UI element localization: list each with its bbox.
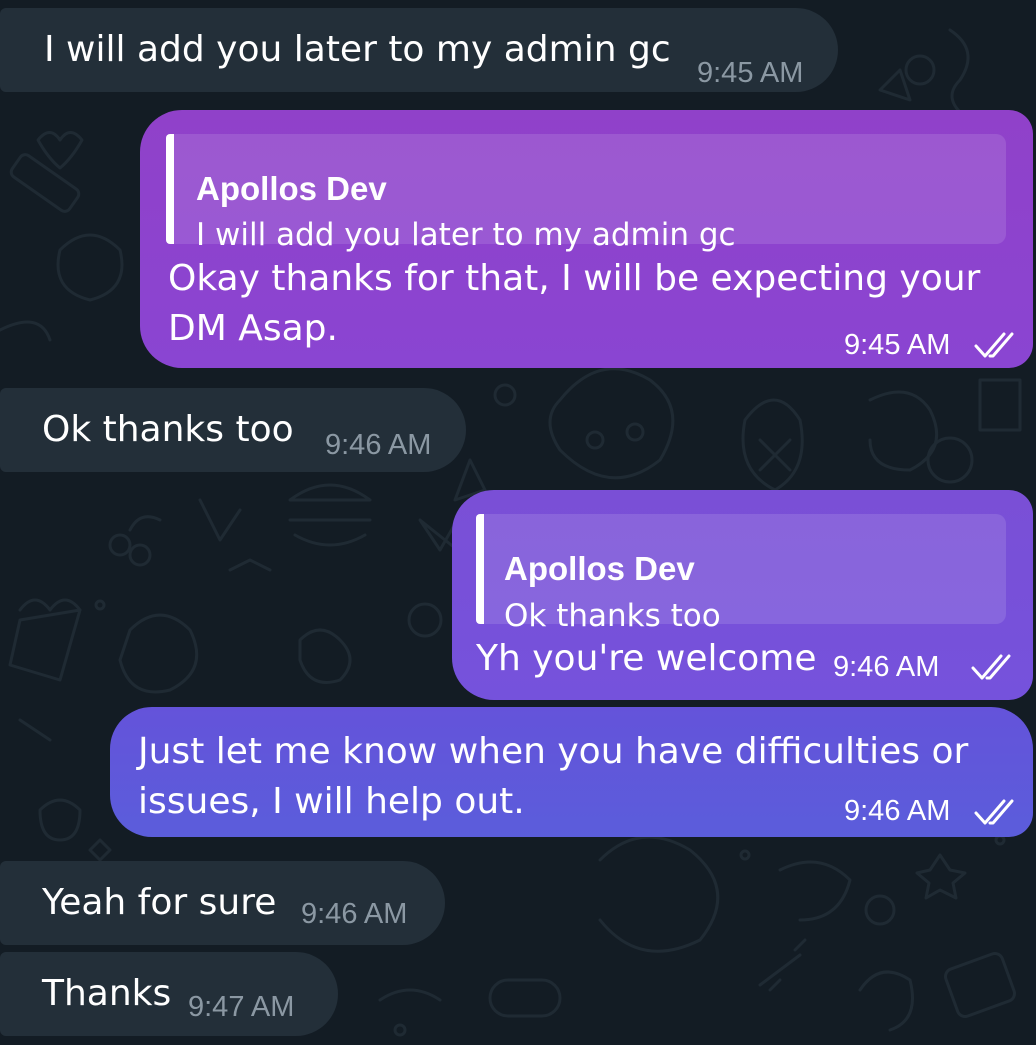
message-text-line: Just let me know when you have difficult…	[138, 731, 969, 772]
reply-sender: Apollos Dev	[504, 550, 695, 587]
message-text-line: issues, I will help out.	[138, 781, 525, 822]
cat-doodle	[56, 233, 124, 302]
message-text-line: Okay thanks for that, I will be expectin…	[168, 258, 981, 299]
whale-doodle	[598, 835, 720, 953]
cherry-doodle	[108, 533, 132, 557]
message-text: Thanks	[42, 973, 172, 1014]
box-doodle	[978, 378, 1022, 432]
message-text: I will add you later to my admin gc	[44, 29, 671, 70]
reply-quote[interactable]: Apollos Dev Ok thanks too	[476, 514, 1006, 634]
bone-doodle	[758, 938, 807, 992]
swirl-doodle	[904, 54, 936, 86]
double-check-icon	[971, 654, 1011, 680]
heart-doodle	[36, 131, 84, 170]
reply-text: I will add you later to my admin gc	[196, 217, 736, 253]
gamepad-doodle	[488, 978, 562, 1018]
double-check-icon	[974, 799, 1014, 825]
message-time: 9:46 AM	[301, 898, 408, 930]
outgoing-message[interactable]: Just let me know when you have difficult…	[110, 707, 1033, 837]
double-check-icon	[974, 332, 1014, 358]
message-text: Ok thanks too	[42, 409, 294, 450]
reply-quote[interactable]: Apollos Dev I will add you later to my a…	[166, 134, 1006, 253]
popcorn-doodle	[8, 608, 82, 682]
outgoing-message[interactable]: Apollos Dev Ok thanks too Yh you're welc…	[452, 490, 1033, 700]
bear-doodle	[298, 628, 352, 684]
squiggle-doodle	[948, 28, 972, 122]
message-text-line: DM Asap.	[168, 308, 338, 349]
message-time: 9:45 AM	[697, 57, 804, 89]
bird-doodle	[778, 860, 852, 922]
star-doodle	[915, 853, 967, 900]
message-time: 9:46 AM	[844, 795, 951, 827]
message-time: 9:46 AM	[325, 429, 432, 461]
gift-doodle	[944, 952, 1016, 1018]
star-doodle	[88, 838, 112, 862]
message-time: 9:46 AM	[833, 651, 940, 683]
incoming-message[interactable]: Thanks 9:47 AM	[0, 952, 338, 1036]
message-time: 9:45 AM	[844, 329, 951, 361]
shell-doodle	[858, 970, 914, 1032]
reply-bar	[476, 514, 484, 624]
message-text: Yeah for sure	[42, 882, 277, 923]
mushroom-doodle	[38, 798, 82, 842]
pencil-doodle	[9, 153, 81, 213]
pineapple-doodle	[741, 398, 804, 492]
incoming-message[interactable]: I will add you later to my admin gc 9:45…	[0, 8, 838, 92]
message-time: 9:47 AM	[188, 991, 295, 1023]
incoming-message[interactable]: Ok thanks too 9:46 AM	[0, 388, 466, 472]
wave-doodle	[0, 320, 52, 342]
pig-doodle	[118, 613, 199, 694]
reply-bar	[166, 134, 174, 244]
incoming-message[interactable]: Yeah for sure 9:46 AM	[0, 861, 445, 945]
message-text: Yh you're welcome	[476, 638, 817, 679]
outgoing-message[interactable]: Apollos Dev I will add you later to my a…	[140, 110, 1033, 368]
reply-text: Ok thanks too	[504, 598, 721, 634]
burger-doodle	[288, 483, 372, 547]
face-doodle	[548, 367, 675, 480]
reply-sender: Apollos Dev	[196, 170, 387, 207]
